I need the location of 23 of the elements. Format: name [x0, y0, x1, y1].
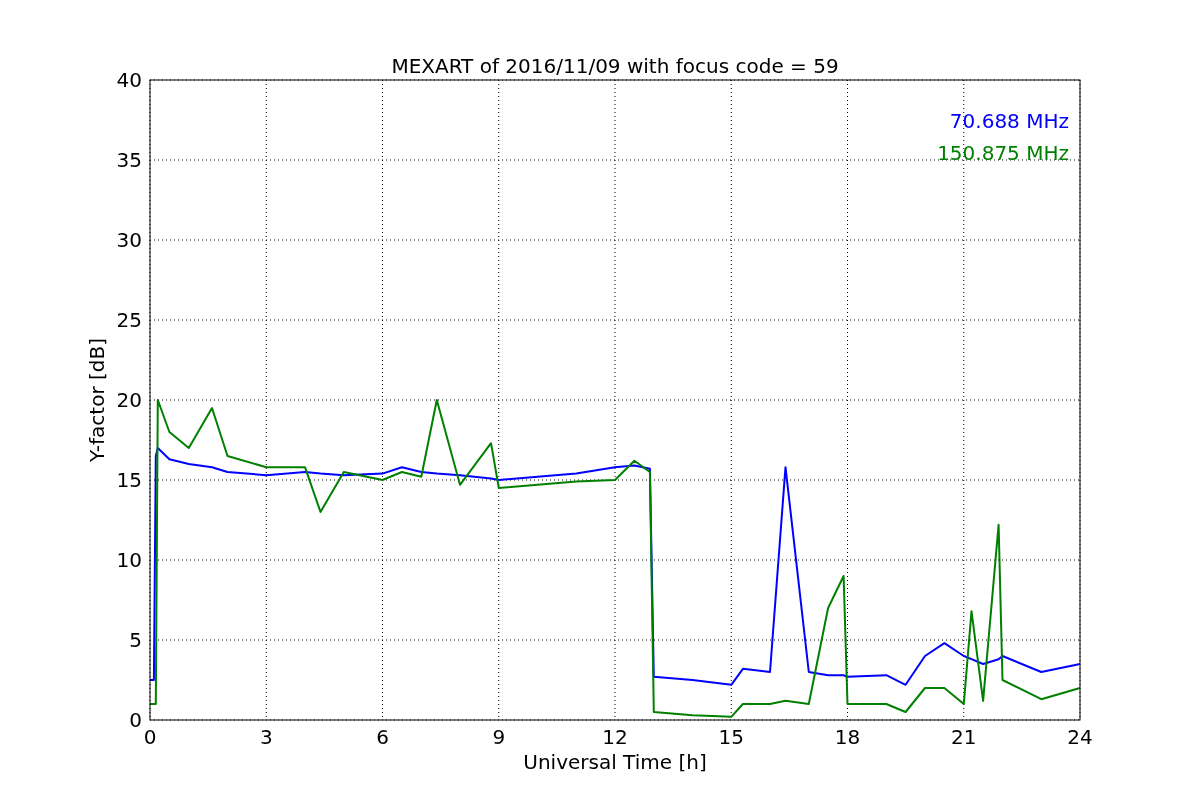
x-axis-label: Universal Time [h]: [523, 750, 707, 774]
y-tick-label: 15: [116, 468, 142, 492]
x-tick-label: 6: [376, 725, 389, 749]
x-tick-label: 9: [492, 725, 506, 749]
x-tick-label: 21: [951, 725, 977, 749]
x-tick-label: 12: [602, 725, 628, 749]
y-tick-label: 10: [116, 548, 142, 572]
y-tick-label: 40: [116, 68, 142, 92]
y-tick-label: 0: [129, 708, 142, 732]
x-tick-label: 15: [718, 725, 744, 749]
x-tick-label: 3: [259, 725, 273, 749]
legend-label: 70.688 MHz: [949, 109, 1069, 133]
y-axis-label: Y-factor [dB]: [85, 338, 109, 462]
chart-title: MEXART of 2016/11/09 with focus code = 59: [391, 54, 839, 78]
x-tick-label: 18: [834, 725, 861, 749]
y-tick-label: 20: [116, 388, 142, 412]
x-tick-label: 0: [143, 725, 157, 749]
y-tick-label: 25: [116, 308, 142, 332]
x-tick-label: 24: [1067, 725, 1093, 749]
y-tick-label: 35: [116, 148, 142, 172]
y-tick-label: 30: [116, 228, 142, 252]
y-tick-label: 5: [129, 628, 142, 652]
legend-label: 150.875 MHz: [937, 141, 1069, 165]
